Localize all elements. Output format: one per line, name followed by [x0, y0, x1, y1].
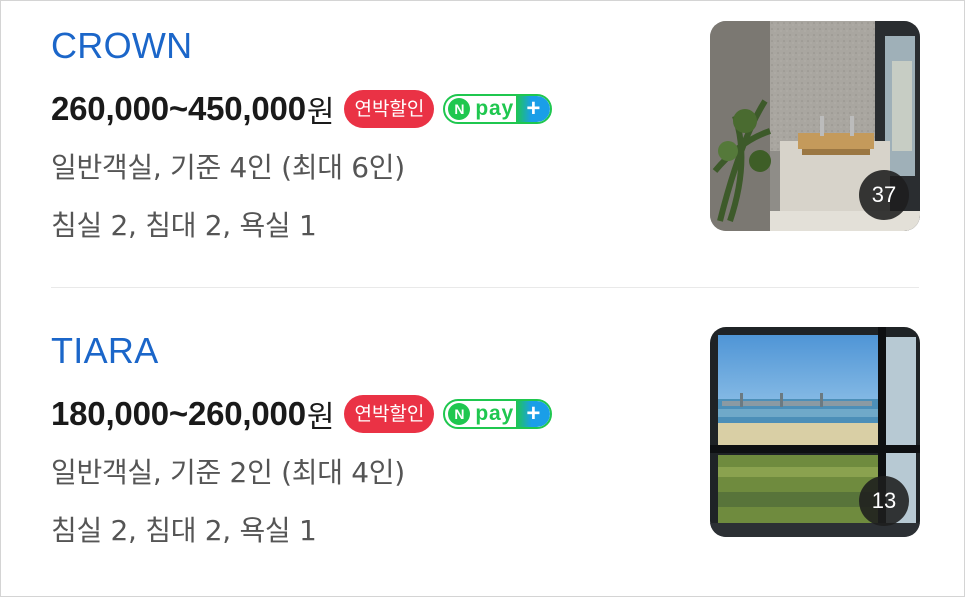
npay-text: pay — [475, 402, 514, 425]
photo-count-badge: 13 — [859, 476, 909, 526]
room-capacity: 일반객실, 기준 2인 (최대 4인) — [51, 456, 405, 489]
photo-count-badge: 37 — [859, 170, 909, 220]
room-price: 180,000~260,000 — [51, 395, 306, 432]
room-thumbnail[interactable]: 13 — [710, 327, 920, 537]
room-name[interactable]: CROWN — [51, 25, 192, 67]
room-facilities: 침실 2, 침대 2, 욕실 1 — [51, 514, 317, 547]
room-price: 260,000~450,000 — [51, 90, 306, 127]
price-line: 260,000~450,000 원 연박할인 N pay + — [51, 89, 553, 130]
room-card-crown[interactable]: CROWN 260,000~450,000 원 연박할인 N pay + 일반객… — [1, 1, 965, 291]
currency-unit: 원 — [306, 400, 335, 435]
consecutive-stay-discount-badge: 연박할인 — [344, 90, 435, 128]
npay-n-icon: N — [448, 403, 471, 425]
room-thumbnail[interactable]: 37 — [710, 21, 920, 231]
price-line: 180,000~260,000 원 연박할인 N pay + — [51, 394, 553, 435]
plus-icon: + — [516, 401, 551, 427]
npay-n-icon: N — [448, 98, 471, 120]
room-name[interactable]: TIARA — [51, 330, 159, 372]
npay-plus-badge: N pay + — [443, 94, 553, 124]
room-card-tiara[interactable]: TIARA 180,000~260,000 원 연박할인 N pay + 일반객… — [1, 306, 965, 596]
npay-plus-badge: N pay + — [443, 399, 553, 429]
room-facilities: 침실 2, 침대 2, 욕실 1 — [51, 209, 317, 242]
room-capacity: 일반객실, 기준 4인 (최대 6인) — [51, 151, 405, 184]
currency-unit: 원 — [306, 95, 335, 130]
plus-icon: + — [516, 96, 551, 122]
consecutive-stay-discount-badge: 연박할인 — [344, 395, 435, 433]
divider — [51, 287, 919, 288]
npay-text: pay — [475, 97, 514, 120]
